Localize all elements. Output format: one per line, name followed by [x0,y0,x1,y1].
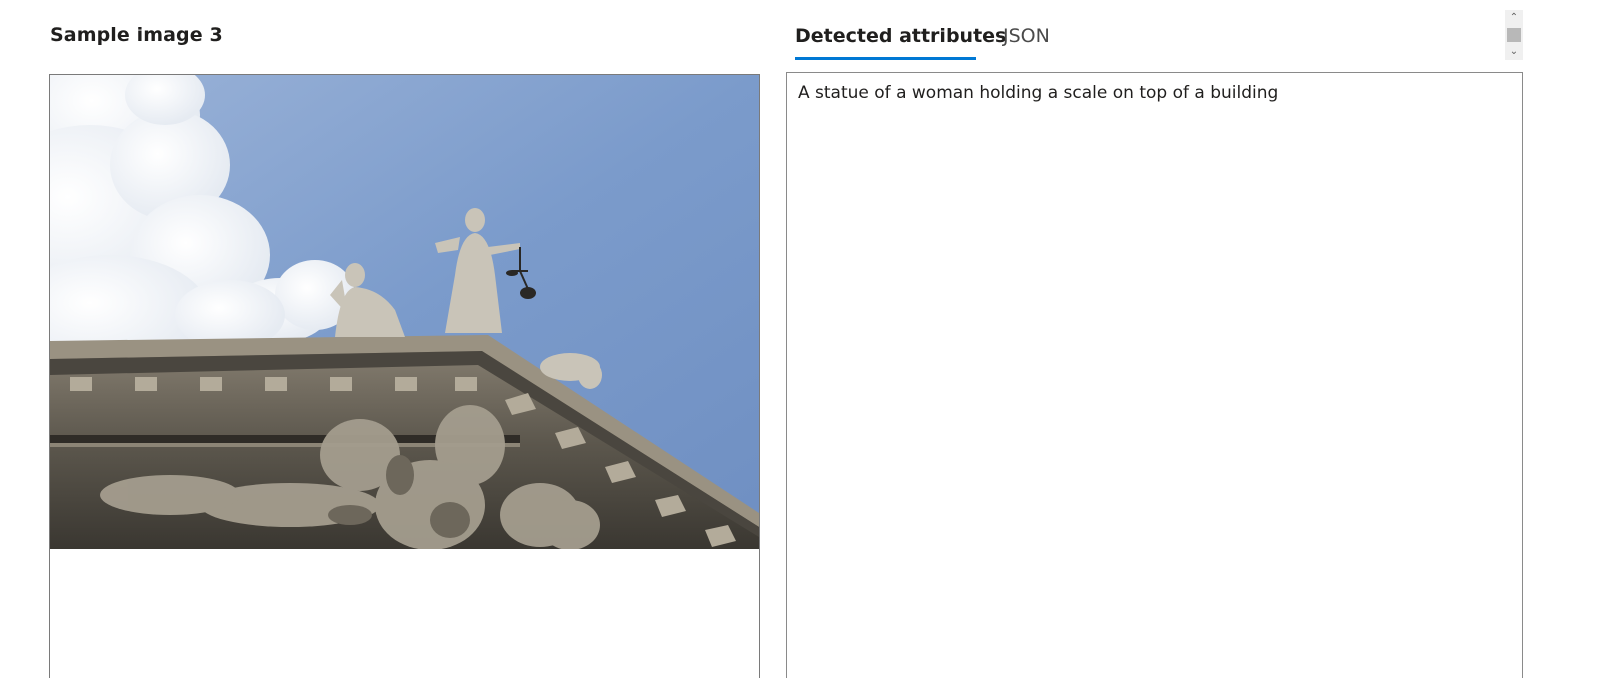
tab-json[interactable]: JSON [1003,22,1050,60]
tab-detected-attributes[interactable]: Detected attributes [795,22,1006,60]
scroll-thumb[interactable] [1507,28,1521,42]
mini-scrollbar[interactable]: ⌃ ⌄ [1505,10,1523,60]
chevron-up-icon[interactable]: ⌃ [1505,10,1523,26]
sample-image-frame [49,74,760,678]
sample-photo [50,75,759,549]
chevron-down-icon[interactable]: ⌄ [1505,44,1523,60]
sample-image-title: Sample image 3 [50,24,223,46]
detected-attributes-panel: A statue of a woman holding a scale on t… [786,72,1523,678]
vision-demo-page: Sample image 3 Detected attributes JSON … [0,0,1599,678]
image-caption-text: A statue of a woman holding a scale on t… [798,83,1279,103]
